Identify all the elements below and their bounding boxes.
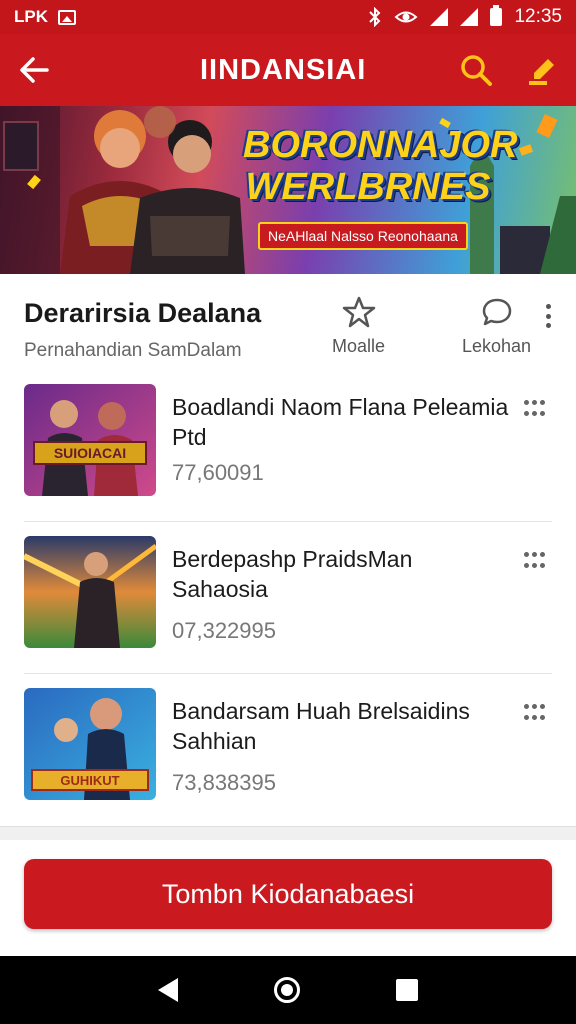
item-more-icon[interactable] — [524, 552, 548, 570]
section-title: Derarirsia Dealana — [24, 298, 262, 328]
more-vertical-icon[interactable] — [546, 304, 552, 328]
item-meta: 73,838395 — [172, 770, 276, 795]
edit-icon — [529, 59, 554, 85]
banner-title: BORONNAJOR WERLBRNES — [243, 124, 518, 208]
status-bar: LPK 12:35 — [0, 0, 576, 34]
thumb-caption: GUHIKUT — [60, 773, 119, 788]
promo-banner[interactable]: BORONNAJOR WERLBRNES NeAHlaal Nalsso Reo… — [0, 106, 576, 274]
search-button[interactable] — [456, 48, 496, 92]
primary-cta-button[interactable]: Tombn Kiodanabaesi — [24, 859, 552, 929]
list-item[interactable]: Berdepashp PraidsMan Sahaosia 07,322995 — [24, 522, 552, 674]
back-button[interactable] — [0, 34, 68, 106]
section-header: Derarirsia Dealana Pernahandian SamDalam… — [0, 274, 576, 370]
nav-back-icon[interactable] — [158, 978, 178, 1002]
eye-icon — [394, 11, 418, 23]
nav-home-icon[interactable] — [274, 977, 300, 1003]
banner-title-line2: WERLBRNES — [245, 166, 491, 208]
comment-icon — [482, 298, 511, 326]
search-icon — [461, 55, 492, 86]
divider — [0, 826, 576, 840]
signal-icon — [430, 8, 449, 26]
image-icon — [58, 9, 76, 25]
item-title: Bandarsam Huah Brelsaidins Sahhian — [172, 698, 470, 754]
app-title: IINDANSIAI — [200, 54, 367, 86]
item-thumbnail — [24, 536, 156, 648]
favorite-button[interactable]: Moalle — [332, 296, 385, 357]
arrow-left-icon — [20, 57, 49, 83]
item-more-icon[interactable] — [524, 704, 548, 722]
bluetooth-icon — [369, 7, 381, 27]
edit-button[interactable] — [522, 48, 562, 92]
item-meta: 07,322995 — [172, 618, 276, 643]
item-meta: 77,60091 — [172, 460, 264, 485]
item-thumbnail: GUHIKUT — [24, 688, 156, 800]
star-icon — [342, 296, 375, 328]
item-title: Boadlandi Naom Flana Peleamia Ptd — [172, 394, 509, 450]
section-subtitle: Pernahandian SamDalam — [24, 340, 242, 361]
status-time: 12:35 — [514, 6, 562, 27]
signal-icon-2 — [460, 8, 479, 26]
comment-label: Lekohan — [462, 336, 532, 356]
nav-recents-icon[interactable] — [396, 979, 418, 1001]
favorite-label: Moalle — [332, 336, 386, 356]
list-item[interactable]: GUHIKUT Bandarsam Huah Brelsaidins Sahhi… — [24, 674, 552, 826]
system-nav-bar — [0, 956, 576, 1024]
item-thumbnail: SUIOIACAI — [24, 384, 156, 496]
thumb-caption: SUIOIACAI — [54, 445, 126, 461]
comment-button[interactable]: Lekohan — [462, 296, 531, 357]
battery-icon — [490, 5, 503, 26]
item-more-icon[interactable] — [524, 400, 548, 418]
status-carrier-label: LPK — [14, 7, 48, 26]
app-bar: IINDANSIAI — [0, 34, 576, 106]
list-item[interactable]: SUIOIACAI Boadlandi Naom Flana Peleamia … — [24, 370, 552, 522]
content-list: SUIOIACAI Boadlandi Naom Flana Peleamia … — [0, 370, 576, 826]
banner-title-line1: BORONNAJOR — [243, 124, 518, 166]
item-title: Berdepashp PraidsMan Sahaosia — [172, 546, 413, 602]
banner-tag: NeAHlaal Nalsso Reonohaana — [258, 222, 468, 250]
